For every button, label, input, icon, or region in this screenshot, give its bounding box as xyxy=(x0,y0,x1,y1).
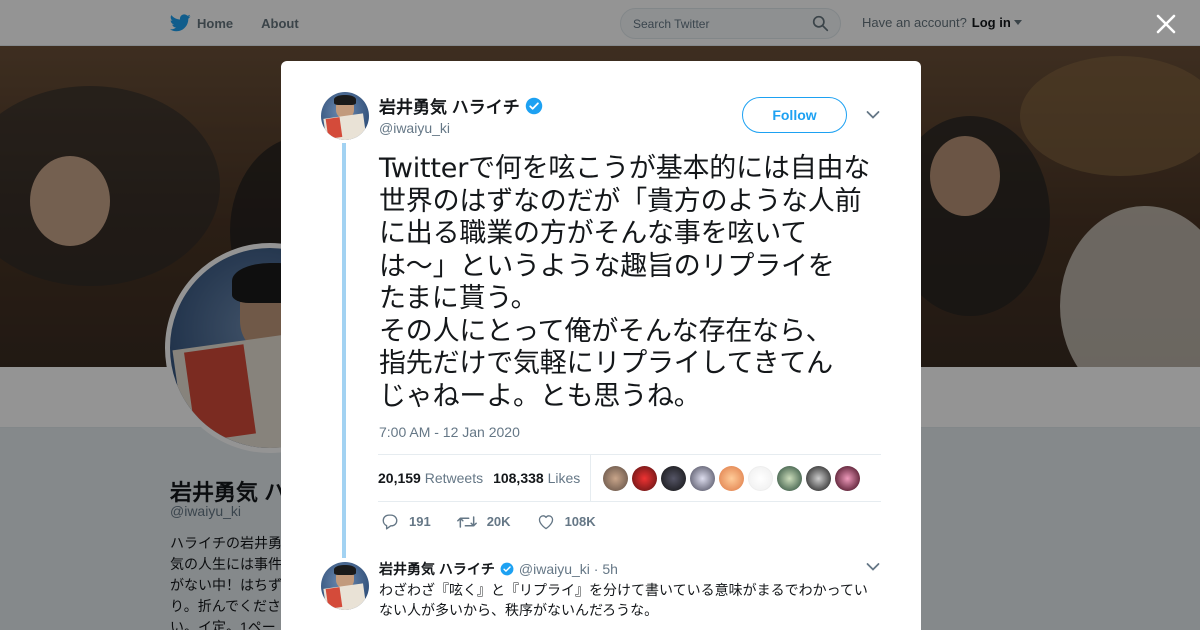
tweet-author-handle[interactable]: @iwaiyu_ki xyxy=(379,120,450,136)
liker-avatar[interactable] xyxy=(748,465,774,491)
author-name-text: 岩井勇気 ハライチ xyxy=(379,98,520,117)
reply-handle-time[interactable]: @iwaiyu_ki · 5h xyxy=(519,561,618,577)
liker-avatar[interactable] xyxy=(719,465,745,491)
tweet-author-avatar[interactable] xyxy=(321,92,369,140)
retweets-stat[interactable]: 20,159 Retweets xyxy=(378,470,483,486)
chevron-down-icon[interactable] xyxy=(866,110,880,120)
follow-button[interactable]: Follow xyxy=(742,97,847,133)
retweet-icon xyxy=(456,515,477,528)
liker-avatar[interactable] xyxy=(777,465,803,491)
retweets-label: Retweets xyxy=(424,470,484,486)
liker-avatar[interactable] xyxy=(835,465,861,491)
tweet-actions: 191 20K 108K xyxy=(381,513,622,530)
tweet-timestamp[interactable]: 7:00 AM - 12 Jan 2020 xyxy=(379,424,520,440)
thread-line xyxy=(342,143,346,558)
reply-text: わざわざ『呟く』と『リプライ』を分けて書いている意味がまるでわかってい ない人が… xyxy=(379,582,868,618)
likes-stat[interactable]: 108,338 Likes xyxy=(493,470,580,486)
liker-avatar[interactable] xyxy=(603,465,629,491)
likes-count: 108,338 xyxy=(493,470,544,486)
liker-avatar[interactable] xyxy=(632,465,658,491)
liker-avatars xyxy=(603,465,864,491)
tweet-stats: 20,159 Retweets 108,338 Likes xyxy=(378,454,881,502)
chevron-down-icon[interactable] xyxy=(866,562,880,572)
likes-label: Likes xyxy=(547,470,581,486)
like-action[interactable]: 108K xyxy=(537,514,596,530)
heart-icon xyxy=(538,514,553,529)
reply-count: 191 xyxy=(409,514,431,529)
reply-icon xyxy=(382,514,398,530)
liker-avatar[interactable] xyxy=(690,465,716,491)
tweet-author-name[interactable]: 岩井勇気 ハライチ xyxy=(379,93,543,118)
stats-divider xyxy=(590,455,592,501)
reply-header: 岩井勇気 ハライチ @iwaiyu_ki · 5h xyxy=(379,559,618,579)
verified-badge-icon xyxy=(525,97,542,114)
liker-avatar[interactable] xyxy=(661,465,687,491)
retweet-action[interactable]: 20K xyxy=(456,514,511,530)
reply-author-avatar[interactable] xyxy=(321,562,369,610)
close-icon[interactable] xyxy=(1154,12,1178,36)
reply-author-name[interactable]: 岩井勇気 ハライチ xyxy=(379,559,495,579)
like-count: 108K xyxy=(564,514,596,529)
reply-action[interactable]: 191 xyxy=(381,513,431,530)
retweet-count: 20K xyxy=(486,514,511,529)
tweet-modal: 岩井勇気 ハライチ @iwaiyu_ki Follow Twitterで何を呟こ… xyxy=(281,61,921,630)
verified-badge-icon xyxy=(500,562,514,576)
liker-avatar[interactable] xyxy=(806,465,832,491)
retweets-count: 20,159 xyxy=(378,470,421,486)
tweet-text: Twitterで何を呟こうが基本的には自由な 世界のはずなのだが「貴方のような人… xyxy=(379,153,871,412)
